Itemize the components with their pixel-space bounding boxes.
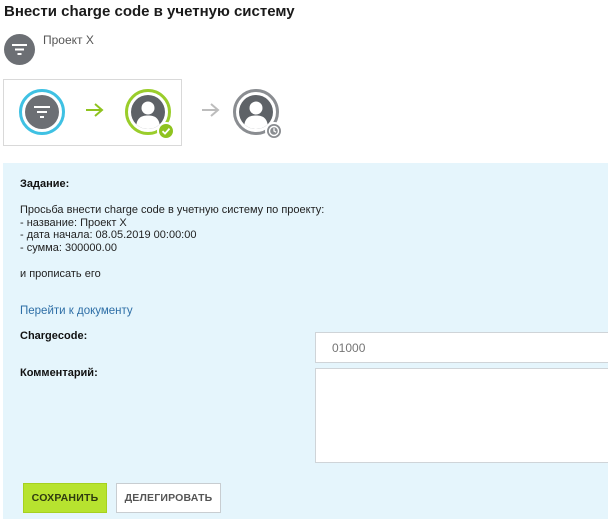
task-heading: Задание: bbox=[20, 178, 70, 190]
workflow-step-next[interactable] bbox=[233, 89, 283, 140]
workflow-steps bbox=[3, 79, 283, 146]
workflow-step-assignee[interactable] bbox=[125, 89, 175, 140]
chargecode-input[interactable] bbox=[315, 332, 608, 363]
comment-textarea[interactable] bbox=[315, 368, 608, 463]
task-description: Просьба внести charge code в учетную сис… bbox=[20, 204, 324, 254]
delegate-button[interactable]: ДЕЛЕГИРОВАТЬ bbox=[116, 483, 221, 513]
arrow-right-icon bbox=[202, 103, 220, 117]
comment-label: Комментарий: bbox=[20, 367, 98, 379]
task-line: Просьба внести charge code в учетную сис… bbox=[20, 204, 325, 216]
task-line: - дата начала: 08.05.2019 00:00:00 bbox=[20, 229, 197, 242]
chargecode-label: Chargecode: bbox=[20, 330, 88, 342]
project-icon bbox=[4, 34, 35, 65]
task-line: - сумма: 300000.00 bbox=[20, 241, 117, 254]
task-extra-text: и прописать его bbox=[20, 268, 101, 280]
page-title: Внести charge code в учетную систему bbox=[4, 3, 295, 20]
go-to-document-link[interactable]: Перейти к документу bbox=[20, 305, 133, 317]
check-icon bbox=[157, 122, 175, 140]
task-line: - название: Проект X bbox=[20, 216, 127, 229]
save-button[interactable]: СОХРАНИТЬ bbox=[23, 483, 107, 513]
workflow-step-start[interactable] bbox=[19, 89, 65, 135]
filter-icon bbox=[34, 106, 50, 118]
task-panel: Задание: Просьба внести charge code в уч… bbox=[3, 163, 608, 519]
clock-icon bbox=[265, 122, 283, 140]
filter-icon bbox=[12, 44, 27, 55]
arrow-right-icon bbox=[86, 103, 104, 117]
project-name: Проект X bbox=[43, 33, 94, 47]
